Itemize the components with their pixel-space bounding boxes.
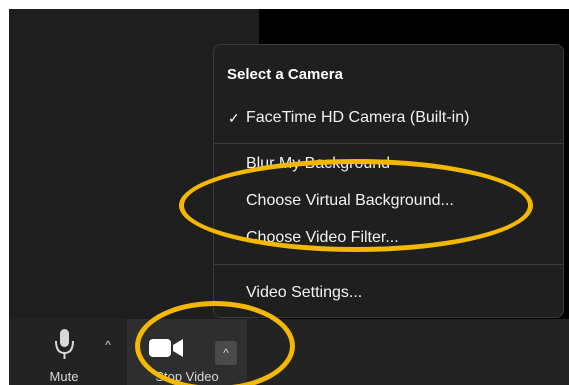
menu-item-label: Video Settings... <box>246 284 363 301</box>
check-icon: ✓ <box>228 109 240 126</box>
mute-label: Mute <box>49 369 79 384</box>
audio-options-caret[interactable]: ^ <box>97 333 119 357</box>
menu-divider <box>214 143 563 144</box>
stop-video-label: Stop Video <box>155 369 219 384</box>
caret-up-icon: ^ <box>105 338 111 352</box>
microphone-icon <box>54 329 74 366</box>
meeting-window: Select a Camera ✓ FaceTime HD Camera (Bu… <box>9 9 569 385</box>
video-options-caret[interactable]: ^ <box>215 341 237 365</box>
menu-item-video-settings[interactable]: Video Settings... <box>214 278 563 308</box>
menu-item-label: Choose Virtual Background... <box>246 192 454 209</box>
caret-up-icon: ^ <box>223 346 229 360</box>
menu-item-label: FaceTime HD Camera (Built-in) <box>246 109 470 126</box>
mute-button[interactable]: Mute <box>34 319 94 385</box>
camera-menu: Select a Camera ✓ FaceTime HD Camera (Bu… <box>213 44 564 318</box>
menu-item-blur-background[interactable]: Blur My Background <box>214 149 563 179</box>
meeting-toolbar: Mute ^ Stop Video ^ <box>9 319 569 385</box>
menu-divider <box>214 264 563 265</box>
video-camera-icon <box>149 337 185 364</box>
menu-item-facetime-camera[interactable]: ✓ FaceTime HD Camera (Built-in) <box>214 103 563 133</box>
menu-item-label: Blur My Background <box>246 155 391 172</box>
menu-item-virtual-background[interactable]: Choose Virtual Background... <box>214 186 563 216</box>
menu-item-video-filter[interactable]: Choose Video Filter... <box>214 223 563 253</box>
menu-header: Select a Camera <box>227 66 343 83</box>
menu-item-label: Choose Video Filter... <box>246 229 399 246</box>
